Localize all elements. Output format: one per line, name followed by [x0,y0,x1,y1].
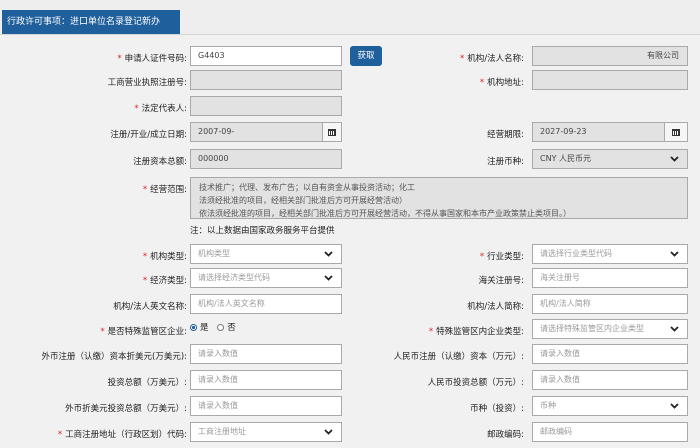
cert-no-input[interactable]: G4403 [190,46,342,66]
org-type-label: * 机构类型: [142,252,187,262]
rmb-capital-input[interactable]: 请录入数值 [532,344,688,364]
postcode-placeholder: 邮政编码 [540,427,572,436]
reg-currency-select[interactable]: CNY 人民币元 [532,149,688,169]
org-type-select[interactable]: 机构类型 [190,244,342,264]
cert-no-label: * 申请人证件号码: [117,54,187,64]
org-name-label: * 机构/法人名称: [460,54,524,64]
chevron-down-icon [670,251,679,257]
rmb-capital-label: 人民币注册（认缴）资本（万元）: [393,352,524,362]
reg-area-label: * 工商注册地址（行政区划）代码: [57,430,187,440]
op-period-value: 2027-09-23 [540,127,587,136]
short-name-placeholder: 机构/法人简称 [540,299,591,308]
econ-type-placeholder: 请选择经济类型代码 [198,273,270,282]
reg-currency-label: 注册币种: [487,157,524,167]
special-zone-label: * 是否特殊监管区企业: [100,327,187,337]
op-period-input[interactable]: 2027-09-23 [532,122,688,142]
op-period-label: 经营期限: [487,130,524,140]
reg-currency-value: CNY 人民币元 [540,154,591,163]
econ-type-select[interactable]: 请选择经济类型代码 [190,268,342,288]
reg-area-placeholder: 工商注册地址 [198,427,246,436]
en-name-label: 机构/法人英文名称: [113,302,187,312]
chevron-down-icon [670,403,679,409]
legal-rep-input[interactable] [190,96,342,116]
biz-reg-no-input[interactable] [190,70,342,90]
radio-yes-label: 是 [200,323,209,333]
legal-rep-label: * 法定代表人: [134,104,187,114]
special-zone-type-label: * 特殊监管区内企业类型: [428,327,524,337]
fx-capital-usd-input[interactable]: 请录入数值 [190,344,342,364]
total-invest-usd-label: 投资总额（万美元）: [107,378,187,388]
biz-scope-label: * 经营范围: [142,185,187,195]
rmb-invest-placeholder: 请录入数值 [540,375,580,384]
rmb-invest-label: 人民币投资总额（万元）: [427,378,524,388]
radio-no-label: 否 [227,323,236,333]
industry-type-label: * 行业类型: [479,252,524,262]
total-invest-usd-placeholder: 请录入数值 [198,375,238,384]
header-bar: 行政许可事项：进口单位名录登记新办 [0,0,700,35]
special-zone-type-select[interactable]: 请选择特殊监管区内企业类型 [532,319,688,339]
special-zone-type-placeholder: 请选择特殊监管区内企业类型 [540,324,644,333]
invest-currency-select[interactable]: 币种 [532,396,688,416]
customs-no-label: 海关注册号: [478,276,524,286]
calendar-icon [328,128,336,136]
biz-scope-line: 技术推广；代理、发布广告；以自有资金从事投资活动；化工 [199,183,415,192]
postcode-label: 邮政编码: [487,430,524,440]
reg-capital-input[interactable]: 000000 [190,149,342,169]
calendar-button[interactable] [322,123,341,141]
en-name-input[interactable]: 机构/法人英文名称 [190,294,342,314]
econ-type-label: * 经济类型: [142,276,187,286]
data-source-note: 注：以上数据由国家政务服务平台提供 [190,226,335,236]
invest-currency-label: 币种（投资）: [470,404,524,414]
customs-no-placeholder: 海关注册号 [540,273,580,282]
biz-scope-line: 依法须经批准的项目，经相关部门批准后方可开展经营活动，不得从事国家和本市产业政策… [199,209,571,218]
industry-type-select[interactable]: 请选择行业类型代码 [532,244,688,264]
org-type-placeholder: 机构类型 [198,249,230,258]
org-address-input[interactable] [532,70,688,90]
org-name-input[interactable]: 有限公司 [532,46,688,66]
biz-scope-line: 法须经批准的项目，经相关部门批准后方可开展经营活动） [199,196,407,205]
tab-current-matter[interactable]: 行政许可事项：进口单位名录登记新办 [2,10,180,34]
chevron-down-icon [670,326,679,332]
total-invest-usd-input[interactable]: 请录入数值 [190,370,342,390]
reg-capital-label: 注册资本总额: [133,157,187,167]
short-name-label: 机构/法人简称: [467,302,524,312]
en-name-placeholder: 机构/法人英文名称 [198,299,265,308]
rmb-capital-placeholder: 请录入数值 [540,349,580,358]
org-address-label: * 机构地址: [479,78,524,88]
customs-no-input[interactable]: 海关注册号 [532,268,688,288]
rmb-invest-input[interactable]: 请录入数值 [532,370,688,390]
chevron-down-icon [670,156,679,162]
calendar-button[interactable] [664,123,687,141]
reg-date-input[interactable]: 2007-09- [190,122,342,142]
reg-date-label: 注册/开业/成立日期: [110,130,187,140]
invest-currency-placeholder: 币种 [540,401,556,410]
fx-capital-usd-label: 外币注册（认缴）资本折美元(万美元): [41,352,188,362]
postcode-input[interactable]: 邮政编码 [532,422,688,442]
fx-capital-usd-placeholder: 请录入数值 [198,349,238,358]
reg-date-value: 2007-09- [198,127,235,136]
chevron-down-icon [324,275,333,281]
calendar-icon [672,128,680,136]
biz-reg-no-label: 工商营业执照注册号: [107,78,187,88]
radio-yes[interactable] [190,323,197,331]
biz-scope-textarea[interactable]: 技术推广；代理、发布广告；以自有资金从事投资活动；化工 法须经批准的项目，经相关… [190,177,688,219]
fx-invest-usd-input[interactable]: 请录入数值 [190,396,342,416]
fx-invest-usd-label: 外币折美元投资总额（万美元）: [65,404,187,414]
radio-no[interactable] [217,323,225,331]
reg-area-select[interactable]: 工商注册地址 [190,422,342,442]
chevron-down-icon [324,251,333,257]
chevron-down-icon [324,429,333,435]
special-zone-radio-group: 是 否 [190,321,242,333]
fetch-button[interactable]: 获取 [350,46,382,66]
short-name-input[interactable]: 机构/法人简称 [532,294,688,314]
industry-type-placeholder: 请选择行业类型代码 [540,249,612,258]
fx-invest-usd-placeholder: 请录入数值 [198,401,238,410]
